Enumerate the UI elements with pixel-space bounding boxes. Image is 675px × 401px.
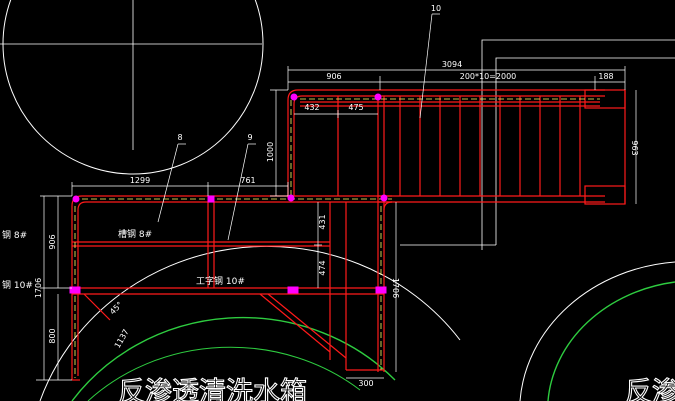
- dim-inner-left: 432: [304, 103, 319, 112]
- caption-right: 反渗: [625, 377, 675, 401]
- dim-left-upper: 906: [48, 234, 57, 249]
- dim-center-upper: 431: [318, 214, 327, 229]
- dim-inner-right: 475: [348, 103, 363, 112]
- dim-bottom-width: 300: [358, 379, 373, 388]
- label-channel-outer: 钢 8#: [2, 229, 27, 241]
- cad-drawing: 3094 906 200*10=2000 188 432 475 1000 96…: [0, 0, 675, 401]
- dim-right-height: 963: [630, 140, 639, 155]
- callout-8: 8: [177, 133, 182, 142]
- dim-left-span: 1299: [130, 176, 150, 185]
- dim-riser-height: 1000: [266, 142, 275, 162]
- dim-top-middle: 200*10=2000: [460, 72, 517, 81]
- dim-right-lower: 1706: [391, 278, 400, 298]
- callout-9: 9: [247, 133, 252, 142]
- dim-left-lower: 800: [48, 328, 57, 343]
- connection-plates: [69, 93, 388, 294]
- dim-center-lower: 474: [318, 260, 327, 275]
- dim-mid-span: 761: [240, 176, 255, 185]
- dim-angle: 45°: [108, 300, 124, 316]
- dim-left-total: 1706: [34, 278, 43, 298]
- dim-brace-length: 1137: [113, 328, 131, 350]
- dim-top-overall: 3094: [442, 60, 462, 69]
- dim-top-right: 188: [598, 72, 613, 81]
- callout-10: 10: [431, 4, 441, 13]
- caption-left: 反渗透清洗水箱: [118, 377, 307, 401]
- dimension-lines: [36, 13, 637, 381]
- dim-top-left: 906: [326, 72, 341, 81]
- label-ibeam-outer: 钢 10#: [2, 279, 33, 291]
- label-channel-inner: 槽钢 8#: [118, 228, 152, 240]
- label-ibeam-inner: 工字钢 10#: [196, 275, 245, 287]
- reference-circle: [0, 0, 264, 175]
